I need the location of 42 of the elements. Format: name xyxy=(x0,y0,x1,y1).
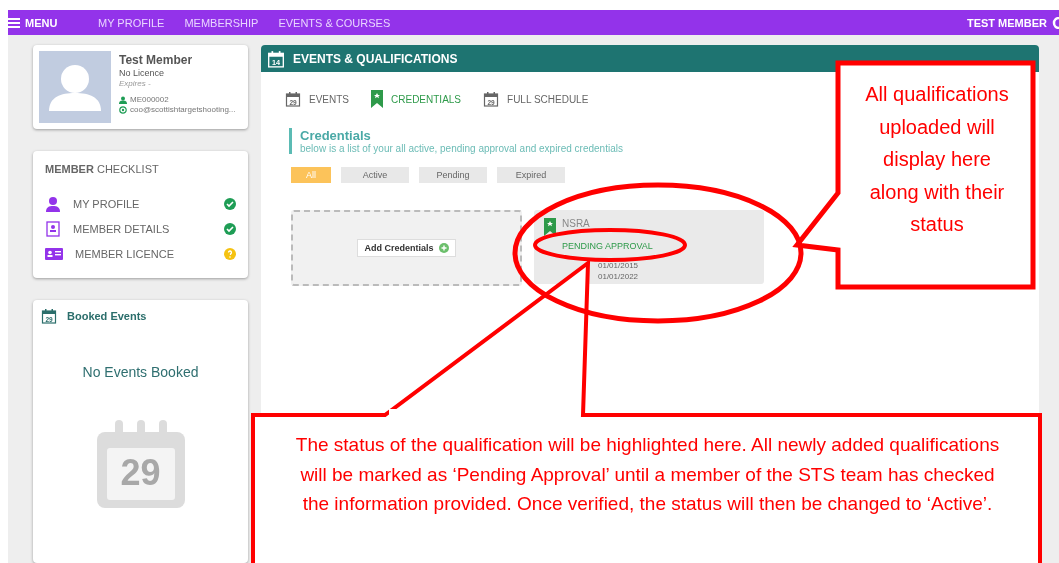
empty-message: No Events Booked xyxy=(82,364,199,380)
start-date: 01/01/2015 xyxy=(598,261,639,270)
callout-text: The status of the qualification will be highlighted here. All newly added qualifications will be marked as ‘Pending Approval’ until a member of the STS team has checked the information provided. Once verified, the status will then be changed to ‘Active’. xyxy=(294,433,1001,516)
checklist-item[interactable]: MEMBER DETAILS xyxy=(73,222,212,235)
plus-icon xyxy=(438,243,449,253)
settings-icon[interactable] xyxy=(1052,16,1059,29)
heading-subtitle: below is a list of your all active, pending approval and expired credentials xyxy=(300,143,623,154)
nav-link[interactable]: MEMBERSHIP xyxy=(184,16,259,29)
person-icon xyxy=(119,95,127,104)
callout-text: All qualifications uploaded will display here along with their status xyxy=(864,82,1010,237)
heading-title: Credentials xyxy=(300,128,372,143)
nav-link[interactable]: MY PROFILE xyxy=(98,16,165,29)
bookmark-icon xyxy=(371,90,383,108)
menu-button[interactable]: MENU xyxy=(8,16,98,29)
tab[interactable]: CREDENTIALS xyxy=(371,90,462,108)
avatar xyxy=(39,51,111,123)
calendar-icon: 14 xyxy=(267,49,285,68)
id-badge-icon xyxy=(45,220,61,237)
member-name: Test Member xyxy=(119,53,194,67)
member-id: ME000002 xyxy=(130,95,169,104)
checklist-item[interactable]: MY PROFILE xyxy=(73,197,212,210)
nav-link[interactable]: EVENTS & COURSES xyxy=(278,16,391,29)
filter-button[interactable]: Expired xyxy=(497,167,565,183)
person-icon xyxy=(45,195,61,212)
id-card-icon xyxy=(45,246,63,261)
checklist-title: MEMBER CHECKLIST xyxy=(45,163,160,175)
user-name[interactable]: TEST MEMBER xyxy=(966,16,1047,29)
credential-name: NSRA xyxy=(562,218,591,229)
credential-card[interactable]: NSRA PENDING APPROVAL 01/01/2015 01/01/2022 xyxy=(534,210,764,284)
filter-button[interactable]: Active xyxy=(341,167,409,183)
checklist-item[interactable]: MEMBER LICENCE xyxy=(75,247,212,260)
add-credentials-button[interactable]: Add Credentials xyxy=(357,239,456,257)
booked-events-title: Booked Events xyxy=(67,310,147,322)
filter-button[interactable]: Pending xyxy=(419,167,487,183)
credential-status: PENDING APPROVAL xyxy=(562,241,653,251)
licence-text: No Licence xyxy=(119,68,166,78)
email-text: coo@scottishtargetshooting... xyxy=(130,105,236,114)
end-date: 01/01/2022 xyxy=(598,272,639,281)
menu-icon xyxy=(8,17,20,28)
bookmark-icon xyxy=(544,218,556,236)
panel-title: EVENTS & QUALIFICATIONS xyxy=(293,51,458,66)
expiry-text: Expires - xyxy=(119,79,152,88)
